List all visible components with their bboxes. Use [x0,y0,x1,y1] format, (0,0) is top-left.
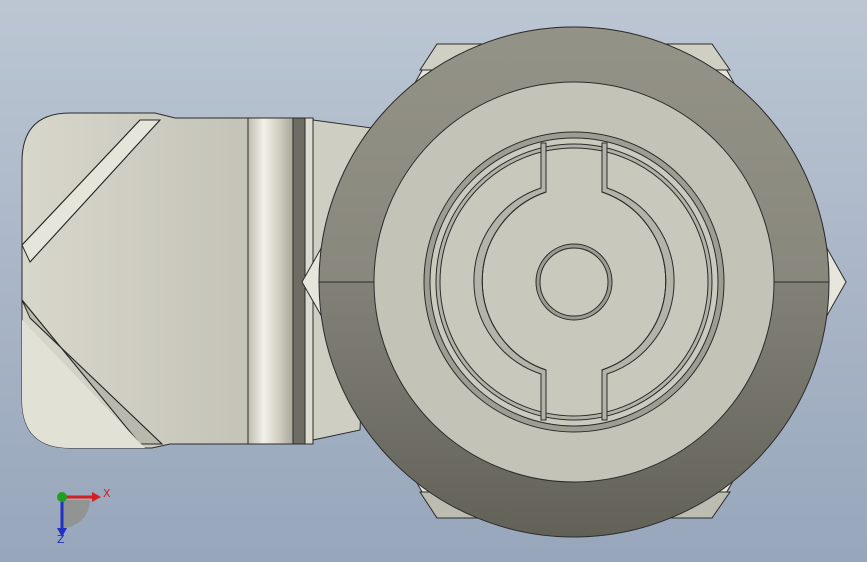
y-axis-dot [57,492,67,502]
cad-viewport[interactable]: X Z [0,0,867,562]
x-axis-label: X [103,487,111,500]
center-boss [535,243,613,321]
model-view: X Z [0,0,867,562]
valve-body-left [21,112,249,449]
z-axis-label: Z [57,533,65,546]
